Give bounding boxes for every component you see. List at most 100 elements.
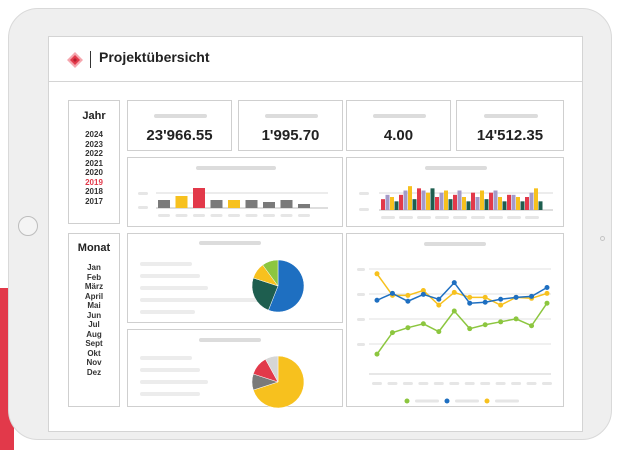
- x-tick-placeholder: [381, 216, 395, 219]
- year-filter-list: 2024 2023 2022 2021 2020 2019 2018 2017: [69, 130, 119, 206]
- bar: [412, 199, 417, 210]
- line-chart-panel: [346, 233, 564, 407]
- x-tick-placeholder: [280, 214, 293, 217]
- month-item[interactable]: Jul: [69, 320, 119, 330]
- kpi-label-placeholder: [373, 114, 426, 118]
- bar: [245, 200, 258, 208]
- page-title: Projektübersicht: [99, 49, 210, 65]
- month-item[interactable]: März: [69, 282, 119, 292]
- x-tick-placeholder: [372, 382, 382, 385]
- bar: [471, 192, 475, 210]
- bar: [435, 197, 439, 210]
- home-button[interactable]: [18, 216, 38, 236]
- month-item[interactable]: April: [69, 292, 119, 302]
- bar: [439, 192, 444, 210]
- x-tick-placeholder: [433, 382, 444, 385]
- data-point: [467, 294, 473, 300]
- bar: [493, 190, 498, 210]
- year-item[interactable]: 2017: [69, 197, 119, 207]
- kpi-value: 14'512.35: [476, 127, 544, 144]
- month-item[interactable]: Jun: [69, 311, 119, 321]
- bar: [444, 190, 448, 210]
- x-tick-placeholder: [263, 214, 275, 217]
- data-point: [467, 326, 473, 332]
- data-point: [482, 294, 488, 300]
- year-item[interactable]: 2024: [69, 130, 119, 140]
- x-tick-placeholder: [298, 214, 310, 217]
- year-item[interactable]: 2020: [69, 168, 119, 178]
- bar: [457, 190, 462, 210]
- bar: [489, 192, 493, 210]
- year-filter-title: Jahr: [82, 110, 106, 122]
- x-tick-placeholder: [511, 382, 522, 385]
- legend-marker: [444, 398, 450, 404]
- pie-chart-panel-1: [127, 233, 343, 323]
- kpi-label-placeholder: [154, 114, 207, 118]
- bar: [529, 192, 534, 210]
- bar: [390, 197, 394, 210]
- data-point: [498, 302, 504, 308]
- header-separator: [90, 51, 91, 68]
- data-point: [513, 294, 519, 300]
- x-tick-placeholder: [526, 382, 537, 385]
- data-point: [529, 293, 535, 299]
- month-filter: Monat Jan Feb März April Mai Jun Jul Aug…: [68, 233, 120, 407]
- axis-label-placeholder: [357, 343, 365, 346]
- year-item[interactable]: 2022: [69, 149, 119, 159]
- data-point: [513, 316, 519, 322]
- month-item[interactable]: Dez: [69, 368, 119, 378]
- kpi-value: 1'995.70: [261, 127, 320, 144]
- data-point: [420, 321, 426, 327]
- x-tick-placeholder: [418, 382, 429, 385]
- data-point: [436, 296, 442, 302]
- x-tick-placeholder: [158, 214, 170, 217]
- month-item[interactable]: Okt: [69, 349, 119, 359]
- bar: [228, 200, 240, 208]
- year-item-selected[interactable]: 2019: [69, 178, 119, 188]
- month-item[interactable]: Aug: [69, 330, 119, 340]
- x-tick-placeholder: [449, 382, 460, 385]
- dashboard-screen: Projektübersicht Jahr 2024 2023 2022 202…: [48, 36, 583, 432]
- legend-label-placeholder: [495, 399, 519, 403]
- bar: [417, 188, 421, 210]
- data-point: [405, 298, 411, 304]
- bar: [480, 190, 484, 210]
- kpi-label-placeholder: [484, 114, 538, 118]
- year-item[interactable]: 2018: [69, 187, 119, 197]
- data-point: [436, 329, 442, 335]
- bar: [475, 197, 480, 210]
- year-item[interactable]: 2021: [69, 159, 119, 169]
- x-tick-placeholder: [453, 216, 467, 219]
- x-tick-placeholder: [228, 214, 240, 217]
- month-item[interactable]: Sept: [69, 339, 119, 349]
- month-item[interactable]: Jan: [69, 263, 119, 273]
- bar-chart-years: [138, 188, 328, 217]
- bar: [525, 197, 529, 210]
- data-point: [498, 319, 504, 325]
- series-line: [376, 302, 548, 355]
- kpi-value: 4.00: [383, 127, 414, 144]
- data-point: [482, 322, 488, 328]
- legend-marker: [484, 398, 490, 404]
- x-tick-placeholder: [489, 216, 503, 219]
- bar: [502, 201, 507, 210]
- bar: [298, 204, 310, 208]
- year-item[interactable]: 2023: [69, 140, 119, 150]
- bar: [263, 202, 275, 208]
- month-item[interactable]: Feb: [69, 273, 119, 283]
- month-item[interactable]: Mai: [69, 301, 119, 311]
- bar: [403, 190, 408, 210]
- bar-chart-panel-grouped: [346, 157, 564, 227]
- data-point: [405, 325, 411, 331]
- bar: [175, 196, 188, 208]
- axis-label-placeholder: [357, 318, 365, 321]
- axis-label-placeholder: [359, 208, 369, 211]
- x-tick-placeholder: [402, 382, 413, 385]
- bar: [520, 201, 525, 210]
- data-point: [498, 296, 504, 302]
- bar: [399, 194, 403, 210]
- data-point: [529, 323, 535, 329]
- bar: [385, 194, 390, 210]
- month-item[interactable]: Nov: [69, 358, 119, 368]
- bar: [158, 200, 170, 208]
